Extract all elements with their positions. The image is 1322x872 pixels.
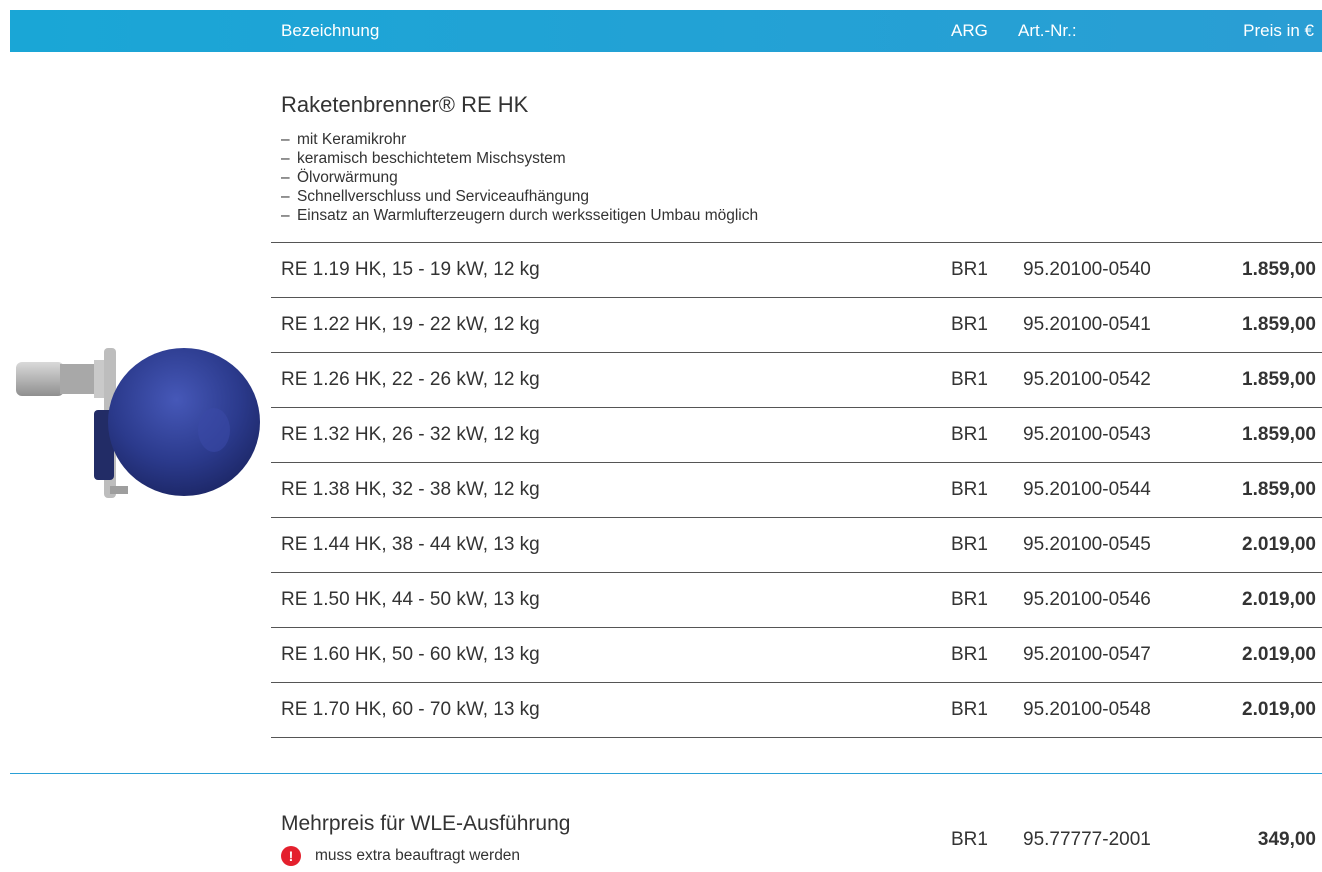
row-art-nr: 95.20100-0540: [1023, 259, 1151, 280]
table-row: RE 1.26 HK, 22 - 26 kW, 12 kg BR1 95.201…: [271, 353, 1322, 408]
header-price: Preis in €: [1243, 21, 1314, 40]
table-row: RE 1.44 HK, 38 - 44 kW, 13 kg BR1 95.201…: [271, 518, 1322, 573]
table-row: RE 1.50 HK, 44 - 50 kW, 13 kg BR1 95.201…: [271, 573, 1322, 628]
row-name: RE 1.50 HK, 44 - 50 kW, 13 kg: [281, 589, 540, 610]
table-row: RE 1.70 HK, 60 - 70 kW, 13 kg BR1 95.201…: [271, 683, 1322, 738]
row-arg: BR1: [951, 479, 988, 500]
table-row: RE 1.60 HK, 50 - 60 kW, 13 kg BR1 95.201…: [271, 628, 1322, 683]
row-price: 1.859,00: [1242, 314, 1316, 335]
feature-list: mit Keramikrohr keramisch beschichtetem …: [281, 130, 758, 225]
product-title: Raketenbrenner® RE HK: [281, 92, 529, 117]
row-arg: BR1: [951, 534, 988, 555]
row-name: RE 1.32 HK, 26 - 32 kW, 12 kg: [281, 424, 540, 445]
row-art-nr: 95.20100-0547: [1023, 644, 1151, 665]
row-name: RE 1.26 HK, 22 - 26 kW, 12 kg: [281, 369, 540, 390]
row-price: 2.019,00: [1242, 644, 1316, 665]
header-name: Bezeichnung: [281, 21, 380, 40]
extra-note: ! muss extra beauftragt werden: [281, 846, 520, 866]
row-arg: BR1: [951, 699, 988, 720]
row-arg: BR1: [951, 589, 988, 610]
row-arg: BR1: [951, 369, 988, 390]
burner-image: [16, 348, 260, 498]
table-row: RE 1.19 HK, 15 - 19 kW, 12 kg BR1 95.201…: [271, 242, 1322, 298]
row-art-nr: 95.20100-0548: [1023, 699, 1151, 720]
feature-item: keramisch beschichtetem Mischsystem: [281, 149, 758, 168]
row-arg: BR1: [951, 314, 988, 335]
extra-price: 349,00: [1257, 829, 1316, 850]
feature-item: Einsatz an Warmlufterzeugern durch werks…: [281, 206, 758, 225]
row-art-nr: 95.20100-0543: [1023, 424, 1151, 445]
row-art-nr: 95.20100-0546: [1023, 589, 1151, 610]
product-table: RE 1.19 HK, 15 - 19 kW, 12 kg BR1 95.201…: [271, 242, 1322, 738]
extra-art-nr: 95.77777-2001: [1023, 829, 1151, 850]
table-row: RE 1.38 HK, 32 - 38 kW, 12 kg BR1 95.201…: [271, 463, 1322, 518]
row-name: RE 1.44 HK, 38 - 44 kW, 13 kg: [281, 534, 540, 555]
row-price: 1.859,00: [1242, 424, 1316, 445]
row-art-nr: 95.20100-0545: [1023, 534, 1151, 555]
table-row: RE 1.22 HK, 19 - 22 kW, 12 kg BR1 95.201…: [271, 298, 1322, 353]
row-name: RE 1.19 HK, 15 - 19 kW, 12 kg: [281, 259, 540, 280]
table-row: RE 1.32 HK, 26 - 32 kW, 12 kg BR1 95.201…: [271, 408, 1322, 463]
section-divider: [10, 773, 1322, 774]
row-name: RE 1.22 HK, 19 - 22 kW, 12 kg: [281, 314, 540, 335]
row-price: 2.019,00: [1242, 534, 1316, 555]
extra-title: Mehrpreis für WLE-Ausführung: [281, 812, 571, 835]
feature-item: Schnellverschluss und Serviceaufhängung: [281, 187, 758, 206]
row-price: 2.019,00: [1242, 589, 1316, 610]
feature-item: mit Keramikrohr: [281, 130, 758, 149]
row-arg: BR1: [951, 644, 988, 665]
row-name: RE 1.38 HK, 32 - 38 kW, 12 kg: [281, 479, 540, 500]
row-arg: BR1: [951, 259, 988, 280]
row-arg: BR1: [951, 424, 988, 445]
header-art-nr: Art.-Nr.:: [1018, 21, 1077, 40]
row-price: 1.859,00: [1242, 479, 1316, 500]
warning-icon: !: [281, 846, 301, 866]
row-art-nr: 95.20100-0544: [1023, 479, 1151, 500]
table-header: Bezeichnung ARG Art.-Nr.: Preis in €: [10, 10, 1322, 52]
extra-arg: BR1: [951, 829, 988, 850]
row-name: RE 1.70 HK, 60 - 70 kW, 13 kg: [281, 699, 540, 720]
row-price: 1.859,00: [1242, 259, 1316, 280]
row-price: 1.859,00: [1242, 369, 1316, 390]
extra-note-text: muss extra beauftragt werden: [315, 847, 521, 865]
row-art-nr: 95.20100-0542: [1023, 369, 1151, 390]
feature-item: Ölvorwärmung: [281, 168, 758, 187]
row-price: 2.019,00: [1242, 699, 1316, 720]
header-arg: ARG: [951, 21, 988, 40]
row-name: RE 1.60 HK, 50 - 60 kW, 13 kg: [281, 644, 540, 665]
row-art-nr: 95.20100-0541: [1023, 314, 1151, 335]
